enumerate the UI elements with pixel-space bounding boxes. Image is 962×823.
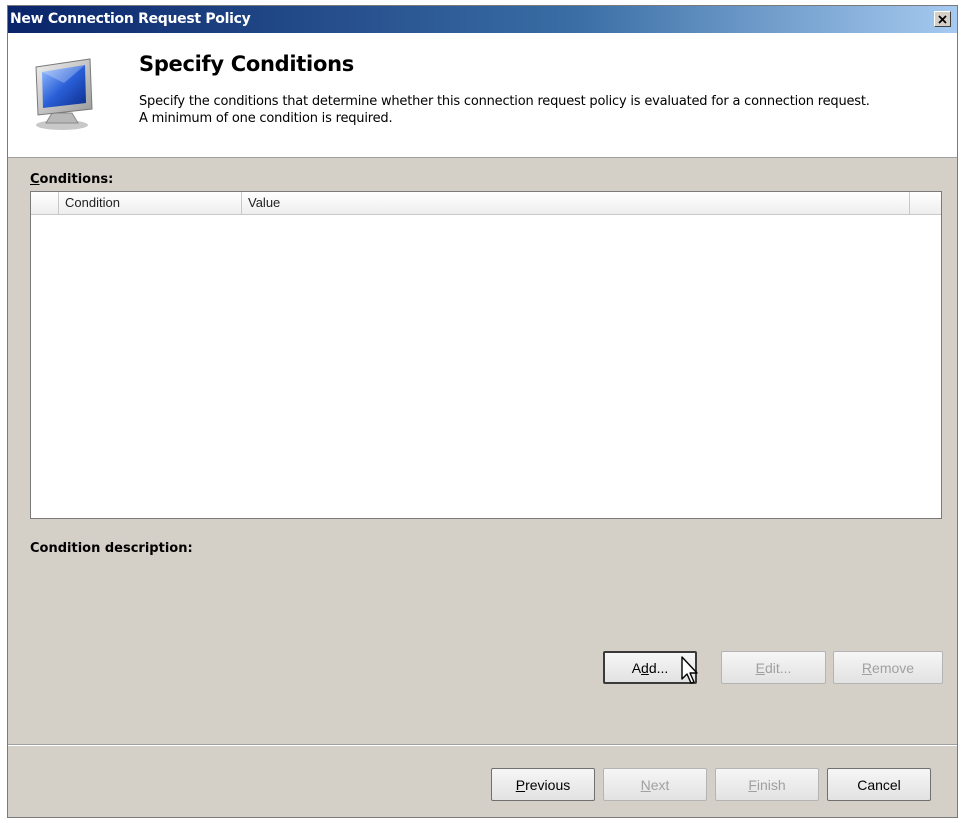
title-bar[interactable]: New Connection Request Policy (8, 6, 957, 33)
page-title: Specify Conditions (139, 52, 354, 76)
window-title: New Connection Request Policy (10, 11, 251, 27)
column-header-filler (910, 192, 941, 214)
column-header-select[interactable] (31, 192, 59, 214)
edit-button[interactable]: Edit... (721, 651, 826, 684)
conditions-label: Conditions: (30, 172, 114, 187)
condition-description-label: Condition description: (30, 541, 193, 556)
remove-button[interactable]: Remove (833, 651, 943, 684)
close-icon (938, 14, 947, 24)
conditions-list-body[interactable] (31, 215, 941, 518)
close-button[interactable] (934, 11, 951, 27)
finish-button[interactable]: Finish (715, 768, 819, 801)
page-description-line1: Specify the conditions that determine wh… (139, 94, 870, 109)
add-button[interactable]: Ad d... (603, 651, 697, 684)
column-header-condition[interactable]: Condition (59, 192, 242, 214)
page-description-line2: A minimum of one condition is required. (139, 111, 393, 126)
column-header-value[interactable]: Value (242, 192, 910, 214)
next-button[interactable]: Next (603, 768, 707, 801)
conditions-list-header: Condition Value (31, 192, 941, 215)
monitor-icon (35, 58, 93, 130)
page-description: Specify the conditions that determine wh… (139, 93, 949, 127)
cancel-button[interactable]: Cancel (827, 768, 931, 801)
dialog-window: New Connection Request Policy Specify Co… (7, 5, 958, 818)
conditions-list[interactable]: Condition Value (30, 191, 942, 519)
wizard-header: Specify Conditions Specify the condition… (8, 33, 957, 158)
previous-button[interactable]: Previous (491, 768, 595, 801)
footer-separator (8, 744, 957, 746)
